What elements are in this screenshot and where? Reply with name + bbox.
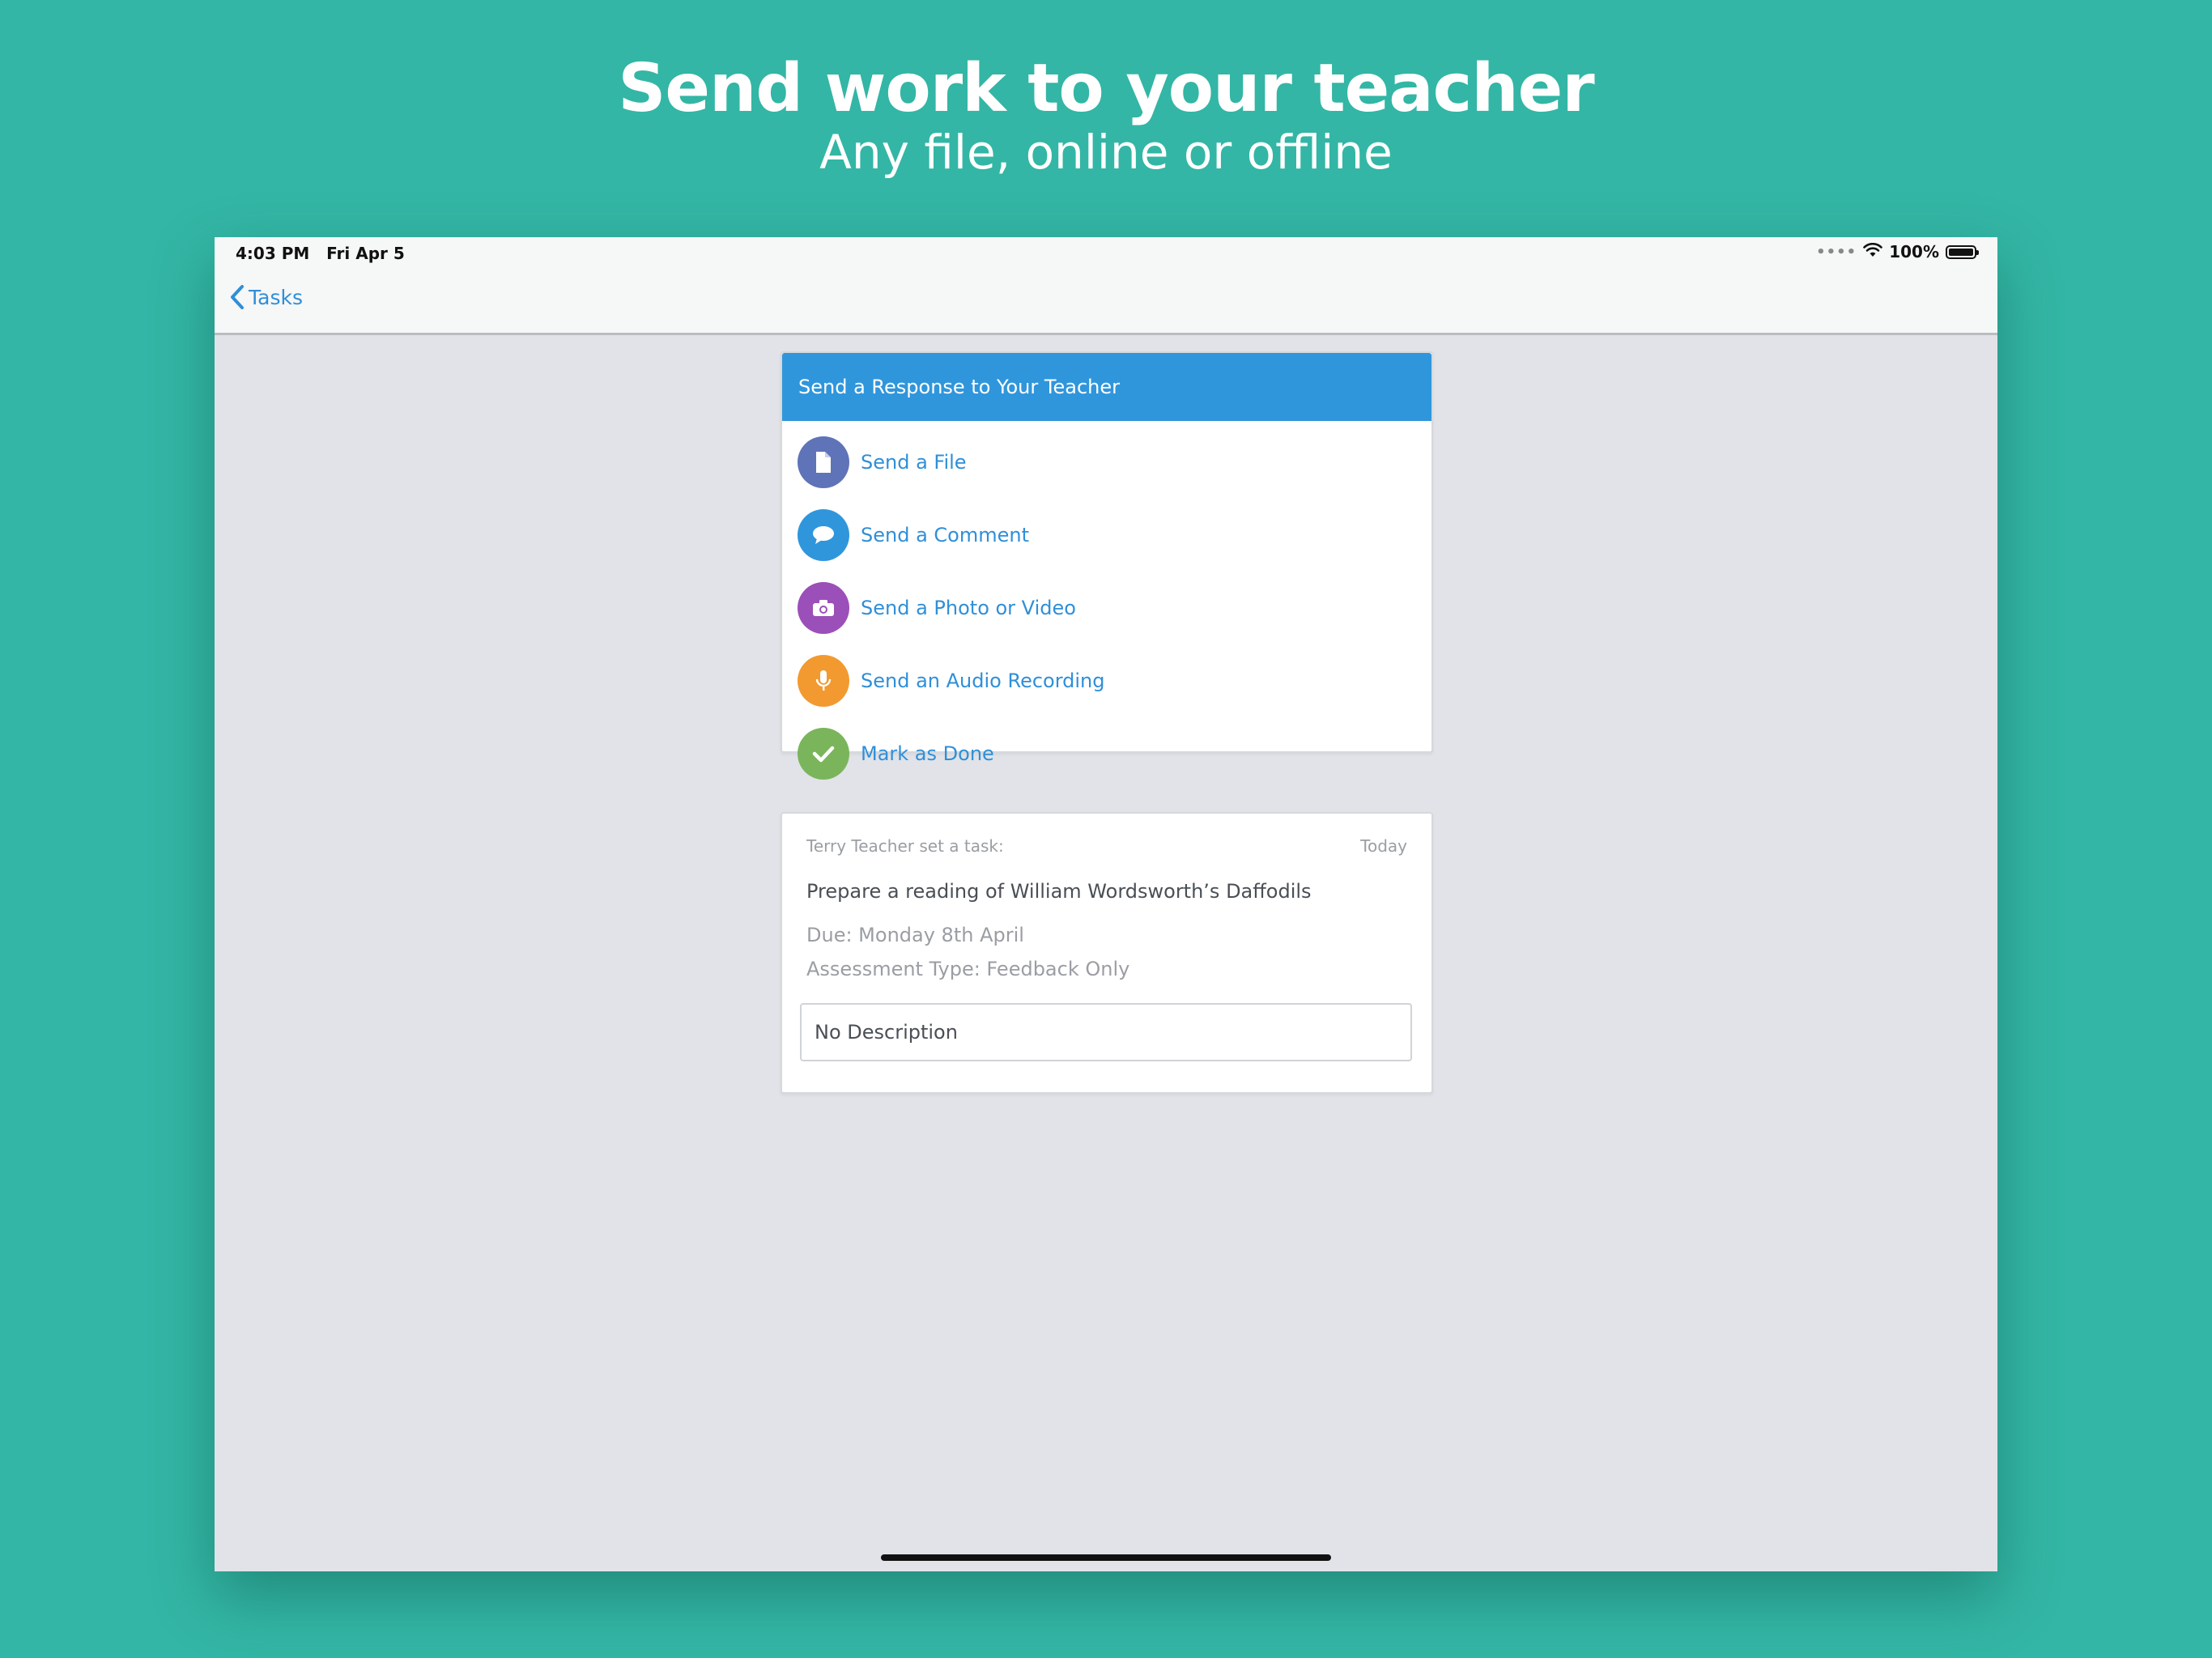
status-indicators: •••• 100% [1816, 242, 1979, 261]
send-photo-video-button[interactable]: Send a Photo or Video [782, 572, 1431, 644]
task-details-card: Terry Teacher set a task: Today Prepare … [781, 812, 1433, 1094]
mark-done-label: Mark as Done [861, 742, 994, 765]
task-assessment-type: Assessment Type: Feedback Only [806, 958, 1130, 980]
task-due-date: Due: Monday 8th April [806, 924, 1024, 946]
battery-percent: 100% [1889, 242, 1939, 261]
mark-done-button[interactable]: Mark as Done [782, 717, 1431, 790]
status-date: Fri Apr 5 [326, 244, 405, 263]
status-clock: 4:03 PM [236, 244, 310, 263]
send-file-label: Send a File [861, 451, 967, 474]
status-time: 4:03 PM Fri Apr 5 [236, 244, 405, 263]
back-button-label: Tasks [249, 285, 303, 309]
chevron-left-icon [231, 285, 244, 309]
navigation-bar: 4:03 PM Fri Apr 5 •••• 100% Tasks [215, 237, 1997, 335]
promo-headline: Send work to your teacher [618, 50, 1594, 127]
send-photo-video-label: Send a Photo or Video [861, 597, 1076, 619]
task-title: Prepare a reading of William Wordsworth’… [806, 880, 1312, 903]
wifi-icon [1863, 242, 1883, 261]
task-date: Today [1360, 836, 1407, 856]
send-audio-label: Send an Audio Recording [861, 670, 1105, 692]
response-panel-title: Send a Response to Your Teacher [782, 353, 1431, 421]
send-comment-label: Send a Comment [861, 524, 1029, 546]
camera-icon [798, 582, 849, 634]
signal-dots-icon: •••• [1816, 243, 1857, 261]
send-audio-button[interactable]: Send an Audio Recording [782, 644, 1431, 717]
file-icon [798, 436, 849, 488]
ipad-screen: 4:03 PM Fri Apr 5 •••• 100% Tasks Send a… [215, 237, 1997, 1571]
send-file-button[interactable]: Send a File [782, 426, 1431, 499]
response-panel: Send a Response to Your Teacher Send a F… [781, 351, 1433, 780]
back-button[interactable]: Tasks [229, 284, 303, 310]
battery-icon [1946, 244, 1979, 259]
checkmark-icon [798, 728, 849, 780]
home-indicator[interactable] [881, 1554, 1331, 1561]
promo-subline: Any file, online or offline [819, 125, 1393, 180]
task-meta: Terry Teacher set a task: Today [806, 836, 1407, 856]
task-description: No Description [800, 1003, 1412, 1061]
microphone-icon [798, 655, 849, 707]
send-comment-button[interactable]: Send a Comment [782, 499, 1431, 572]
response-actions: Send a File Send a Comment Send a Photo … [782, 421, 1431, 790]
task-setter: Terry Teacher set a task: [806, 836, 1004, 856]
comment-icon [798, 509, 849, 561]
